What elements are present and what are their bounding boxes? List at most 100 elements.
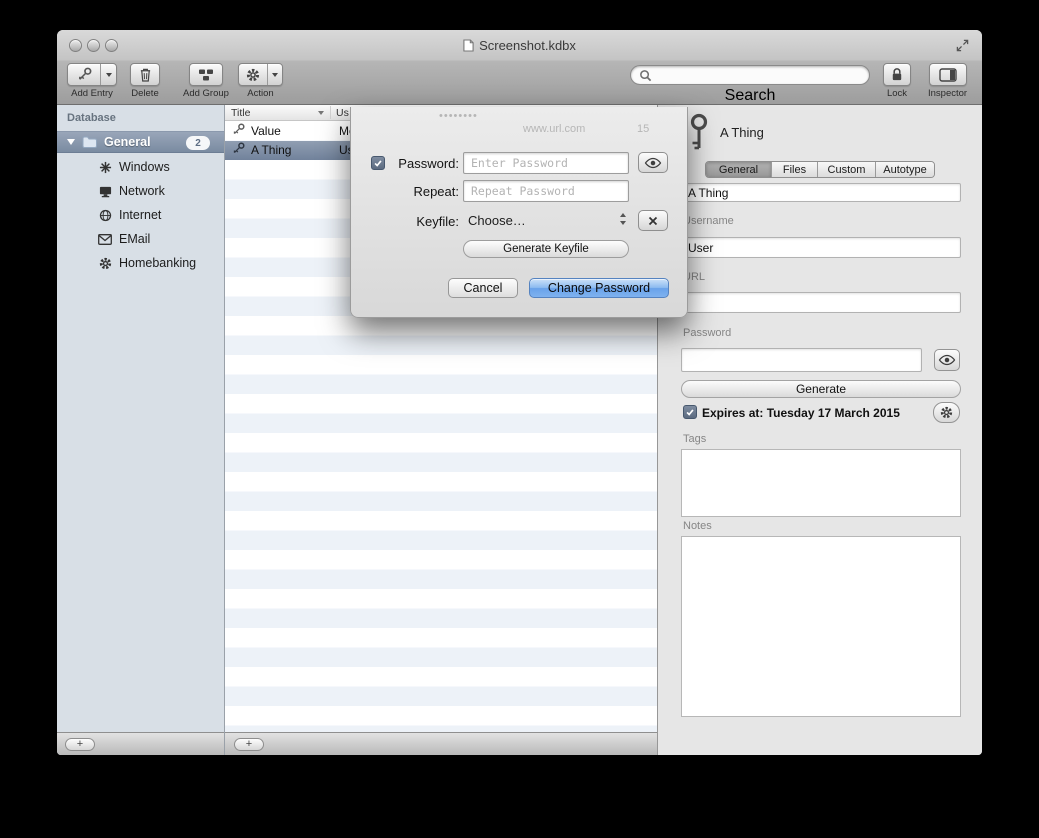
entry-title-field[interactable] bbox=[681, 183, 961, 202]
key-icon bbox=[232, 123, 245, 139]
action-label: Action bbox=[247, 88, 273, 99]
delete-button[interactable] bbox=[130, 63, 160, 86]
lock-icon bbox=[891, 67, 903, 82]
gear-icon bbox=[239, 64, 268, 85]
add-group-button[interactable] bbox=[189, 63, 223, 86]
toolbar-item-action: Action bbox=[238, 63, 283, 99]
sort-indicator-icon bbox=[318, 111, 324, 115]
entry-title-cell: Value bbox=[251, 124, 323, 138]
sidebar-item-label: Windows bbox=[119, 160, 170, 174]
add-group-plus-button[interactable]: + bbox=[65, 738, 95, 751]
search-label: Search bbox=[725, 87, 776, 105]
sidebar-item-network[interactable]: Network bbox=[57, 179, 224, 203]
fullscreen-icon bbox=[955, 39, 970, 52]
password-label: Password bbox=[683, 327, 731, 339]
repeat-password-input[interactable] bbox=[463, 180, 629, 202]
column-header-username[interactable]: Us bbox=[336, 107, 349, 119]
ghost-password-text: •••••••• bbox=[439, 110, 478, 122]
notes-label: Notes bbox=[683, 520, 712, 532]
group-badge: 2 bbox=[186, 136, 210, 150]
change-password-button[interactable]: Change Password bbox=[529, 278, 669, 298]
gear-icon bbox=[940, 406, 953, 419]
toolbar-item-inspector: Inspector bbox=[928, 63, 967, 99]
disclosure-triangle-icon[interactable] bbox=[67, 139, 75, 145]
url-field[interactable] bbox=[681, 292, 961, 313]
action-dropdown[interactable] bbox=[268, 64, 282, 85]
expires-checkbox[interactable] bbox=[683, 405, 697, 419]
add-group-label: Add Group bbox=[183, 88, 229, 99]
toolbar-item-add-entry: Add Entry bbox=[67, 63, 117, 99]
screen-background: Screenshot.kdbx Add Entry bbox=[0, 0, 1039, 838]
tags-input[interactable] bbox=[681, 449, 961, 517]
group-icon bbox=[198, 68, 214, 82]
popup-stepper-icon[interactable] bbox=[619, 212, 627, 231]
tab-autotype[interactable]: Autotype bbox=[876, 162, 934, 177]
title-bar[interactable]: Screenshot.kdbx bbox=[57, 30, 982, 60]
sidebar-item-internet[interactable]: Internet bbox=[57, 203, 224, 227]
envelope-icon bbox=[97, 234, 113, 245]
gear-icon bbox=[97, 257, 113, 270]
sidebar-item-homebanking[interactable]: Homebanking bbox=[57, 251, 224, 275]
action-button[interactable] bbox=[238, 63, 283, 86]
username-label: Username bbox=[683, 215, 734, 227]
sidebar-group-general[interactable]: General 2 bbox=[57, 131, 224, 153]
search-field[interactable] bbox=[630, 65, 870, 85]
chevron-down-icon bbox=[272, 73, 278, 77]
sidebar-item-label: Network bbox=[119, 184, 165, 198]
eye-icon bbox=[644, 157, 662, 169]
password-change-dialog: •••••••• www.url.com 15 Password: Repeat… bbox=[350, 107, 688, 318]
clear-keyfile-button[interactable] bbox=[638, 210, 668, 231]
toolbar-item-lock: Lock bbox=[883, 63, 911, 99]
sidebar-header: Database bbox=[67, 112, 116, 124]
inspector-button[interactable] bbox=[929, 63, 967, 86]
cancel-button[interactable]: Cancel bbox=[448, 278, 518, 298]
entry-key-icon bbox=[686, 113, 712, 156]
search-input[interactable] bbox=[656, 68, 861, 82]
expiry-settings-button[interactable] bbox=[933, 402, 960, 423]
password-input[interactable] bbox=[463, 152, 629, 174]
tab-custom[interactable]: Custom bbox=[818, 162, 876, 177]
inspector-tabs: General Files Custom Autotype bbox=[705, 161, 935, 178]
reveal-password-button[interactable] bbox=[638, 152, 668, 173]
tab-general[interactable]: General bbox=[706, 162, 772, 177]
checkmark-icon bbox=[685, 407, 695, 417]
column-header-title[interactable]: Title bbox=[231, 107, 250, 119]
search-icon bbox=[639, 69, 652, 82]
sidebar-group-label: General bbox=[104, 135, 151, 149]
add-entry-button[interactable] bbox=[67, 63, 117, 86]
expires-label: Expires at: Tuesday 17 March 2015 bbox=[702, 406, 900, 420]
sidebar: Database General 2 Windows Network bbox=[57, 105, 225, 755]
ghost-url-text: www.url.com bbox=[523, 123, 585, 135]
close-icon bbox=[648, 216, 658, 226]
delete-label: Delete bbox=[131, 88, 158, 99]
lock-button[interactable] bbox=[883, 63, 911, 86]
key-icon bbox=[232, 142, 245, 158]
toolbar: Add Entry Delete Add Group bbox=[57, 60, 982, 105]
keyfile-popup[interactable]: Choose… bbox=[468, 213, 526, 228]
sidebar-item-windows[interactable]: Windows bbox=[57, 155, 224, 179]
username-field[interactable] bbox=[681, 237, 961, 258]
tab-files[interactable]: Files bbox=[772, 162, 818, 177]
reveal-password-button[interactable] bbox=[934, 349, 960, 371]
add-entry-plus-button[interactable]: + bbox=[234, 738, 264, 751]
entry-list-bottom-bar: + bbox=[225, 732, 657, 755]
generate-keyfile-button[interactable]: Generate Keyfile bbox=[463, 240, 629, 258]
chevron-down-icon bbox=[106, 73, 112, 77]
window-chrome: Screenshot.kdbx Add Entry bbox=[57, 30, 982, 105]
password-field[interactable] bbox=[681, 348, 922, 372]
inspector-panel-icon bbox=[939, 68, 957, 82]
notes-input[interactable] bbox=[681, 536, 961, 717]
eye-icon bbox=[938, 354, 956, 366]
add-entry-label: Add Entry bbox=[71, 88, 113, 99]
column-divider[interactable] bbox=[330, 106, 331, 119]
fullscreen-button[interactable] bbox=[955, 39, 970, 52]
monitor-icon bbox=[97, 185, 113, 198]
generate-password-button[interactable]: Generate bbox=[681, 380, 961, 398]
repeat-label: Repeat: bbox=[371, 184, 459, 199]
add-entry-dropdown[interactable] bbox=[101, 64, 116, 85]
sidebar-item-email[interactable]: EMail bbox=[57, 227, 224, 251]
entry-title-cell: A Thing bbox=[251, 143, 323, 157]
sidebar-item-label: Internet bbox=[119, 208, 161, 222]
trash-icon bbox=[139, 67, 152, 82]
sidebar-item-label: EMail bbox=[119, 232, 150, 246]
